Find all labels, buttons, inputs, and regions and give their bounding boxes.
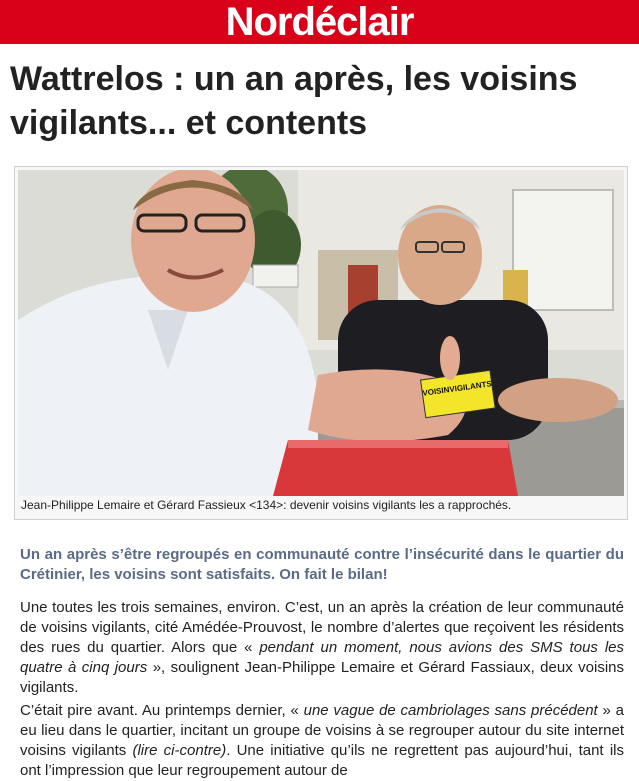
masthead: Nordéclair [0, 0, 639, 44]
article-paragraph-1: Une toutes les trois semaines, environ. … [20, 598, 624, 698]
photo-caption: Jean-Philippe Lemaire et Gérard Fassieux… [21, 498, 512, 512]
article-photo-figure: VOISINVIGILANTS Jean-Philippe Lemaire et… [14, 166, 628, 520]
article-title: Wattrelos : un an après, les voisins vig… [10, 60, 578, 142]
article-lede: Un an après s’être regroupés en communau… [20, 546, 624, 583]
paragraph-2-text-a: C’était pire avant. Au printemps dernier… [20, 702, 304, 719]
paragraph-2-reference-link[interactable]: (lire ci-contre) [132, 742, 226, 759]
article-paragraph-2: C’était pire avant. Au printemps dernier… [20, 701, 624, 781]
article-photo: VOISINVIGILANTS [18, 170, 624, 496]
paragraph-2-quote: une vague de cambriolages sans précédent [303, 702, 598, 719]
site-logo[interactable]: Nordéclair [226, 0, 415, 44]
